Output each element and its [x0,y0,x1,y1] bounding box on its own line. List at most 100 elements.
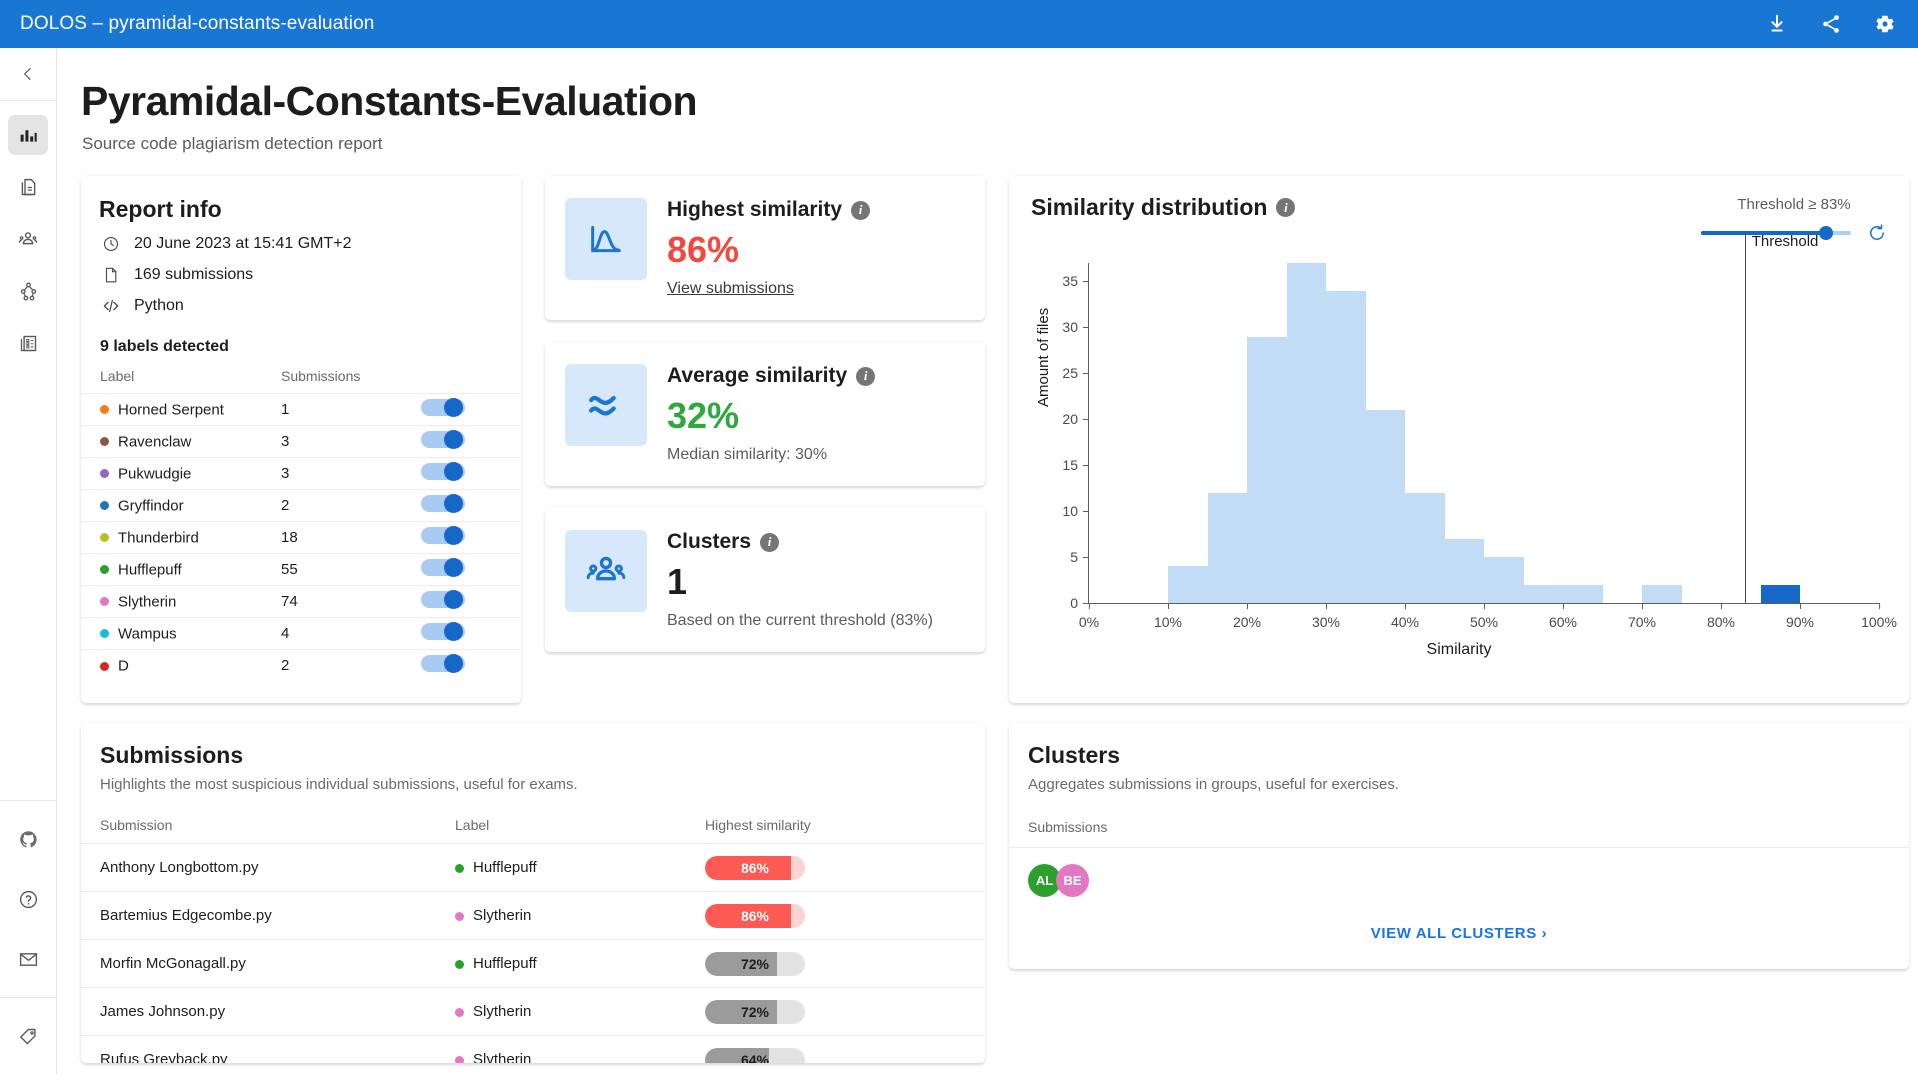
histogram-bar[interactable] [1444,538,1484,603]
app-bar-actions [1764,11,1898,37]
cluster-avatars: AL BE [1028,864,1909,897]
submission-file: Rufus Greyback.py [81,1035,455,1063]
sidebar-contact-link[interactable] [8,939,48,979]
histogram-bar[interactable] [1484,557,1524,603]
label-row: Horned Serpent 1 [81,393,521,426]
x-tick: 50% [1470,603,1498,630]
highest-similarity-card: Highest similarity i 86% View submissions [545,176,985,320]
settings-icon[interactable] [1872,11,1898,37]
submission-row[interactable]: Bartemius Edgecombe.py Slytherin 86% [81,891,985,940]
label-row: Hufflepuff 55 [81,553,521,586]
label-toggle[interactable] [421,494,465,513]
similarity-bar: 72% [705,951,805,976]
submission-similarity-cell: 86% [705,843,985,892]
people-group-icon [565,530,647,612]
submission-file: Morfin McGonagall.py [81,939,455,988]
sidebar-bottom [0,800,56,1074]
submission-row[interactable]: Rufus Greyback.py Slytherin 64% [81,1035,985,1063]
label-toggle-cell [421,393,521,426]
threshold-slider-knob[interactable] [1818,226,1833,240]
label-count: 55 [281,553,421,586]
label-toggle[interactable] [421,462,465,481]
label-color-dot [100,565,109,575]
app-title: DOLOS – pyramidal-constants-evaluation [20,13,375,34]
label-color-dot [100,405,109,415]
label-name-cell: Wampus [81,617,281,650]
x-tick: 30% [1312,603,1340,630]
label-name-cell: Gryffindor [81,489,281,522]
highest-similarity-info-icon[interactable]: i [851,200,871,220]
labels-col-submissions: Submissions [281,368,361,384]
sidebar-help-link[interactable] [8,879,48,919]
label-name-cell: Pukwudgie [81,457,281,490]
histogram-bar[interactable] [1405,492,1445,603]
y-tick: 35 [1062,273,1089,289]
bottom-grid: Submissions Highlights the most suspicio… [57,703,1918,1063]
avatar[interactable]: BE [1056,864,1089,897]
label-color-dot [100,661,109,671]
label-toggle[interactable] [421,526,465,545]
label-toggle[interactable] [421,558,465,577]
y-tick: 5 [1070,549,1089,565]
histogram-bar[interactable] [1563,584,1603,603]
average-similarity-info-icon[interactable]: i [856,366,876,386]
histogram-bar[interactable] [1760,584,1800,603]
submissions-col-similarity: Highest similarity [705,817,811,833]
submission-label-dot [455,1007,464,1017]
submission-similarity-cell: 86% [705,891,985,940]
label-count: 3 [281,425,421,458]
label-toggle[interactable] [421,430,465,449]
sidebar-version-tag[interactable] [8,1016,48,1056]
label-name-cell: Thunderbird [81,521,281,554]
label-name-cell: Horned Serpent [81,393,281,426]
clusters-card: Clusters Aggregates submissions in group… [1009,723,1909,969]
download-icon[interactable] [1764,11,1790,37]
histogram-bar[interactable] [1247,336,1287,603]
highest-similarity-link[interactable]: View submissions [667,280,794,298]
clusters-row[interactable]: AL BE [1009,847,1909,897]
histogram-bar[interactable] [1326,290,1366,603]
histogram-bar[interactable] [1642,584,1682,603]
sidebar-item-submissions[interactable] [8,167,48,207]
histogram-bar[interactable] [1168,566,1208,603]
sidebar-item-overview[interactable] [8,115,48,155]
histogram-bar[interactable] [1207,492,1247,603]
label-toggle-cell [421,553,521,586]
view-all-clusters-button[interactable]: VIEW ALL CLUSTERS › [1371,925,1547,942]
histogram-bar[interactable] [1286,263,1326,603]
submission-row[interactable]: Anthony Longbottom.py Hufflepuff 86% [81,843,985,892]
histogram-bar[interactable] [1365,410,1405,603]
submission-row[interactable]: James Johnson.py Slytherin 72% [81,987,985,1036]
sidebar-github-link[interactable] [8,819,48,859]
clusters-description: Aggregates submissions in groups, useful… [1028,776,1400,793]
label-count: 3 [281,457,421,490]
submission-label-cell: Hufflepuff [455,843,705,892]
report-info-card: Report info 20 June 2023 at 15:41 GMT+2 … [81,176,521,703]
submission-row[interactable]: Morfin McGonagall.py Hufflepuff 72% [81,939,985,988]
labels-detected-heading: 9 labels detected [100,338,229,355]
chart-info-icon[interactable]: i [1276,198,1296,217]
clock-icon [100,233,121,254]
submission-file: Anthony Longbottom.py [81,843,455,892]
label-toggle[interactable] [421,654,465,674]
similarity-bar: 64% [705,1047,805,1063]
x-tick: 10% [1154,603,1182,630]
submissions-col-label: Label [455,817,490,833]
sidebar-item-pairs[interactable] [8,219,48,259]
label-toggle[interactable] [421,622,465,641]
sidebar-item-dataset[interactable] [8,323,48,363]
reset-icon[interactable] [1867,223,1887,243]
sidebar-collapse-button[interactable] [0,48,56,100]
label-toggle[interactable] [421,398,465,417]
share-icon[interactable] [1818,11,1844,37]
label-toggle[interactable] [421,590,465,609]
clusters-note: Based on the current threshold (83%) [667,612,933,629]
x-tick: 100% [1861,603,1897,630]
clusters-info-icon[interactable]: i [760,532,780,552]
label-color-dot [100,469,109,479]
submission-label: Slytherin [473,1003,532,1020]
similarity-distribution-column: Similarity distribution i Threshold ≥ 83… [1009,176,1909,703]
sidebar-item-clusters[interactable] [8,271,48,311]
report-info-heading: Report info [99,196,222,222]
histogram-bar[interactable] [1523,584,1563,603]
